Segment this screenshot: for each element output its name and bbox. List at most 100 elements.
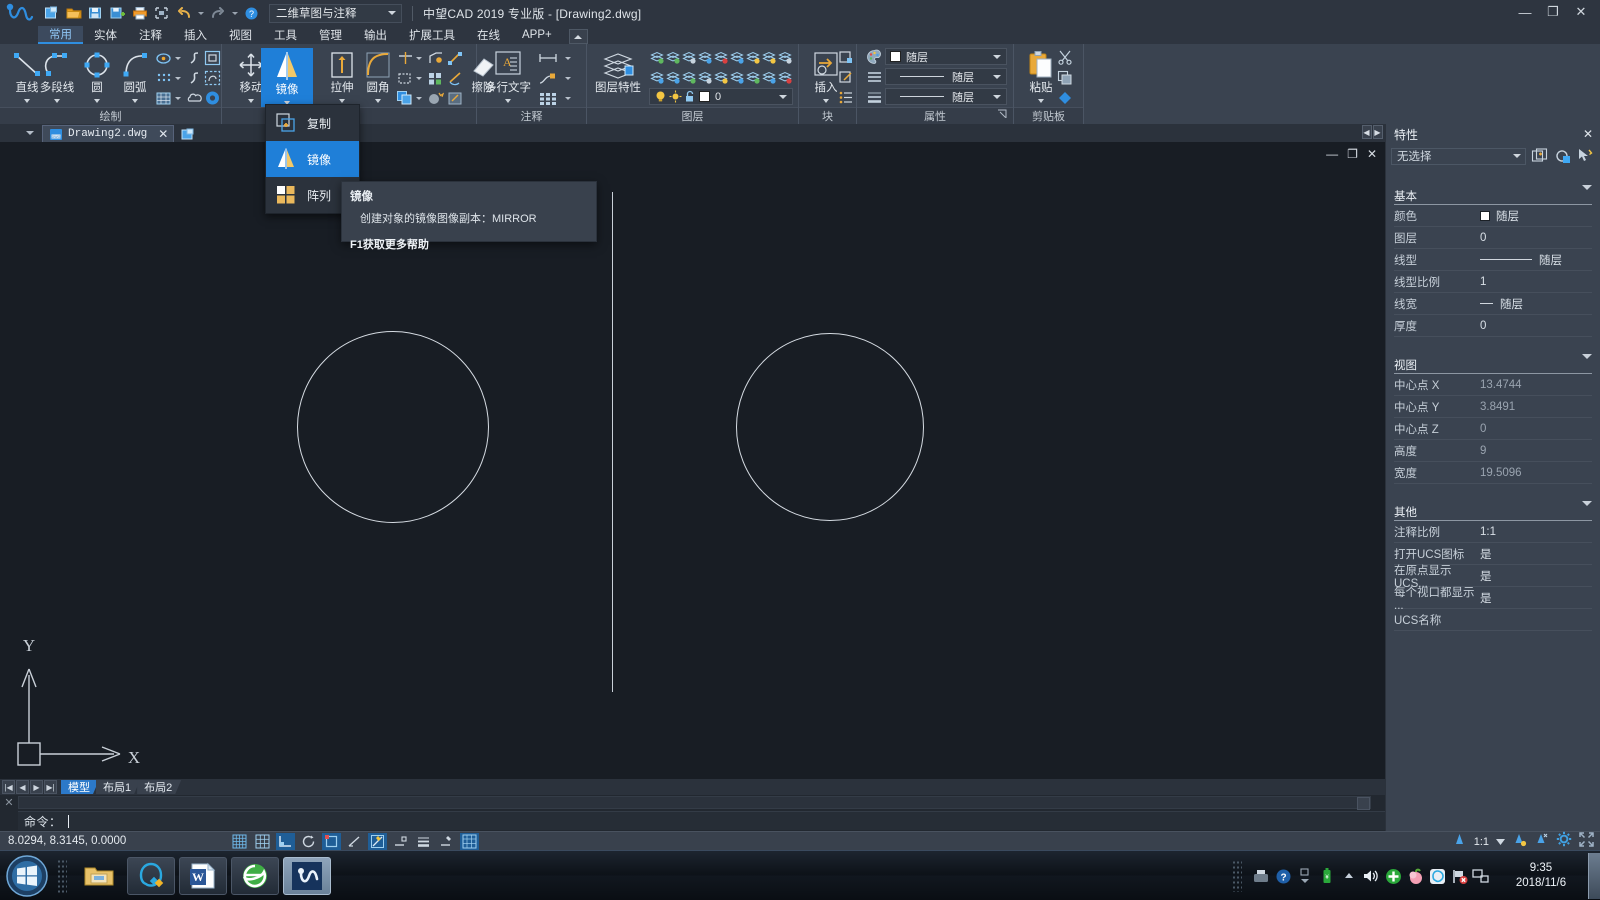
document-tab-close-icon[interactable]: ✕ — [158, 127, 168, 142]
undo-dropdown-caret[interactable] — [196, 4, 205, 23]
plot-preview-icon[interactable] — [152, 4, 171, 23]
menu-item-mirror[interactable]: 镜像 — [266, 141, 359, 177]
select-objects-icon[interactable] — [1552, 147, 1572, 166]
tab-express-tools[interactable]: 扩展工具 — [398, 26, 466, 44]
layer-merge-icon[interactable] — [665, 67, 681, 86]
redo-dropdown-caret[interactable] — [230, 4, 239, 23]
chevron-down-icon[interactable] — [385, 5, 399, 22]
property-value[interactable]: 1 — [1480, 276, 1592, 288]
ducs-icon[interactable] — [368, 832, 387, 850]
tray-arrow-icon[interactable] — [1338, 865, 1360, 887]
qp-icon[interactable] — [437, 833, 456, 850]
selection-combo[interactable]: 无选择 — [1391, 147, 1526, 165]
workspace-selector[interactable]: 二维草图与注释 — [269, 3, 402, 23]
tab-app-plus[interactable]: APP+ — [511, 26, 563, 44]
property-row[interactable]: 中心点 Z 0 — [1394, 418, 1592, 440]
tray-flag-icon[interactable] — [1448, 865, 1470, 887]
drawing-restore-button[interactable]: ❐ — [1347, 148, 1358, 160]
drawing-close-button[interactable]: ✕ — [1367, 148, 1377, 160]
hatch-dropdown-caret[interactable] — [173, 88, 182, 108]
document-tab-drawing2[interactable]: DWG Drawing2.dwg ✕ — [42, 125, 175, 142]
region-icon[interactable] — [201, 68, 223, 88]
property-row[interactable]: 图层 0 — [1394, 227, 1592, 249]
cut-icon[interactable] — [1054, 47, 1076, 67]
layout-tab-layout2[interactable]: 布局2 — [137, 780, 181, 794]
hatch-icon[interactable] — [152, 88, 174, 108]
layout-nav-last[interactable]: ▶| — [44, 780, 57, 794]
taskbar-zwcad[interactable] — [283, 856, 331, 895]
chevron-down-icon[interactable] — [991, 89, 1003, 104]
donut-icon[interactable] — [201, 88, 223, 108]
ortho-icon[interactable] — [276, 832, 295, 850]
layer-match-icon[interactable] — [745, 47, 761, 66]
grid-icon[interactable] — [253, 833, 272, 850]
settings-gear-icon[interactable] — [1556, 831, 1572, 852]
color-combo[interactable]: 随层 — [885, 48, 1007, 65]
leader-dropdown-caret[interactable] — [563, 68, 572, 88]
dimension-icon[interactable] — [535, 48, 561, 68]
taskbar-ie[interactable] — [231, 856, 279, 895]
property-row[interactable]: 高度 9 — [1394, 440, 1592, 462]
chevron-down-icon[interactable] — [991, 69, 1003, 84]
layer-on-icon[interactable] — [665, 47, 681, 66]
chevron-down-icon[interactable] — [1582, 190, 1592, 202]
property-value[interactable]: 随层 — [1480, 296, 1592, 312]
tray-expand-icon[interactable] — [1294, 865, 1316, 887]
circle-right[interactable] — [736, 333, 924, 521]
explode-icon[interactable] — [424, 88, 446, 108]
properties-close-icon[interactable]: ✕ — [1583, 127, 1593, 141]
copy-icon[interactable] — [394, 88, 416, 108]
osnap-icon[interactable] — [322, 832, 341, 850]
layout-nav-next[interactable]: ▶ — [30, 780, 43, 794]
menu-item-copy[interactable]: 复制 — [266, 105, 359, 141]
saveas-icon[interactable] — [108, 4, 127, 23]
lineweight-status-icon[interactable] — [414, 833, 433, 850]
matchprop-icon[interactable] — [1054, 87, 1076, 107]
tab-view[interactable]: 视图 — [218, 26, 263, 44]
layer-lock-icon[interactable] — [713, 47, 729, 66]
new-icon[interactable] — [42, 4, 61, 23]
copy-clip-icon[interactable] — [1054, 67, 1076, 87]
tray-fax-icon[interactable] — [1250, 865, 1272, 887]
tab-common[interactable]: 常用 — [38, 26, 83, 44]
close-button[interactable]: ✕ — [1568, 2, 1594, 22]
ellipse-icon[interactable] — [152, 48, 174, 68]
layout-nav-first[interactable]: |◀ — [2, 780, 15, 794]
chevron-down-icon[interactable] — [1582, 506, 1592, 518]
help-icon[interactable]: ? — [242, 4, 261, 23]
minimize-button[interactable]: — — [1512, 2, 1538, 22]
property-value[interactable]: 13.4744 — [1480, 379, 1592, 391]
annotation-add-icon[interactable] — [1512, 832, 1527, 852]
restore-button[interactable]: ❐ — [1540, 2, 1566, 22]
tab-output[interactable]: 输出 — [353, 26, 398, 44]
property-value[interactable]: 是 — [1480, 568, 1592, 584]
property-value[interactable]: 是 — [1480, 546, 1592, 562]
palette-splitter[interactable]: ◀ ▶ — [1360, 124, 1384, 140]
layer-freeze-icon[interactable] — [697, 47, 713, 66]
property-value[interactable]: 随层 — [1480, 252, 1592, 268]
property-row[interactable]: 颜色 随层 — [1394, 205, 1592, 227]
layer-unreconciled-icon[interactable] — [761, 67, 777, 86]
pickadd-icon[interactable] — [1575, 147, 1595, 166]
property-row[interactable]: 厚度 0 — [1394, 315, 1592, 337]
command-input-row[interactable]: 命令： — [18, 811, 1385, 830]
dyn-icon[interactable] — [391, 833, 410, 850]
rectangle-icon[interactable] — [201, 48, 223, 68]
model-space-icon[interactable] — [460, 832, 479, 850]
trim-icon[interactable] — [394, 48, 416, 68]
trim-dropdown-caret[interactable] — [414, 48, 423, 68]
scale-dropdown-caret[interactable] — [1496, 838, 1505, 845]
chevron-down-icon[interactable] — [777, 89, 789, 104]
property-row[interactable]: 宽度 19.5096 — [1394, 462, 1592, 484]
layout-tab-model[interactable]: 模型 — [61, 780, 99, 794]
property-row[interactable]: 线宽 随层 — [1394, 293, 1592, 315]
annotation-scale-value[interactable]: 1:1 — [1474, 836, 1489, 848]
property-row[interactable]: 线型比例 1 — [1394, 271, 1592, 293]
properties-group-0-header[interactable]: 基本 — [1394, 188, 1592, 205]
lineweight-icon[interactable] — [863, 87, 885, 107]
taskbar-qq[interactable] — [127, 856, 175, 895]
current-layer-combo[interactable]: 0 — [649, 88, 793, 105]
tray-volume-icon[interactable] — [1360, 865, 1382, 887]
table-icon[interactable] — [535, 88, 561, 108]
properties-group-1-header[interactable]: 视图 — [1394, 357, 1592, 374]
